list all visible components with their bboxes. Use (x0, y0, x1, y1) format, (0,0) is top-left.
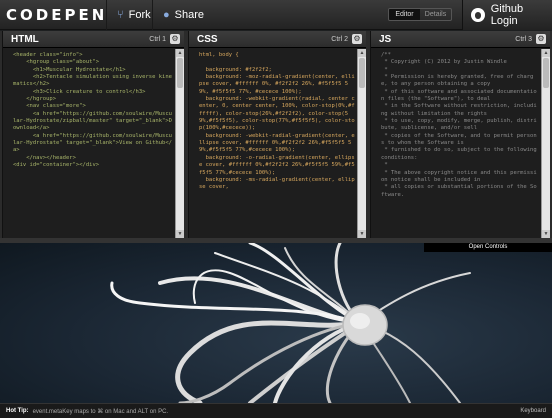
html-code-editor[interactable]: <header class="info"> <hgroup class="abo… (3, 49, 175, 238)
scroll-thumb[interactable] (543, 58, 549, 88)
codepen-logo[interactable]: CODEPEN (6, 5, 107, 25)
css-editor-pane: CSS Ctrl 2 ⚙ html, body { background: #f… (188, 31, 366, 238)
html-pane-title: HTML (11, 33, 39, 45)
share-icon: ● (163, 9, 170, 21)
js-scrollbar[interactable]: ▲ ▼ (541, 49, 550, 238)
html-editor-pane: HTML Ctrl 1 ⚙ <header class="info"> <hgr… (2, 31, 184, 238)
scroll-thumb[interactable] (359, 58, 365, 88)
js-pane-header: JS Ctrl 3 ⚙ (371, 31, 550, 48)
view-toggle: Editor Details (388, 8, 452, 21)
html-scrollbar[interactable]: ▲ ▼ (175, 49, 184, 238)
css-scrollbar[interactable]: ▲ ▼ (357, 49, 366, 238)
top-bar: CODEPEN ⑂ Fork ● Share Editor Details Gi… (0, 0, 552, 30)
js-editor-pane: JS Ctrl 3 ⚙ /** * Copyright (C) 2012 by … (370, 31, 550, 238)
keyboard-link[interactable]: Keyboard (520, 408, 546, 414)
js-code-editor[interactable]: /** * Copyright (C) 2012 by Justin Windl… (371, 49, 541, 238)
creature-highlight (350, 313, 370, 329)
share-button[interactable]: ● Share (152, 0, 208, 30)
fork-icon: ⑂ (117, 9, 124, 21)
open-controls-button[interactable]: Open Controls (424, 243, 552, 252)
html-pane-header: HTML Ctrl 1 ⚙ (3, 31, 184, 48)
editors-area: HTML Ctrl 1 ⚙ <header class="info"> <hgr… (0, 31, 552, 238)
scroll-up-icon[interactable]: ▲ (542, 49, 550, 57)
scroll-down-icon[interactable]: ▼ (542, 230, 550, 238)
js-ctrl-hint: Ctrl 3 (515, 35, 532, 43)
details-toggle[interactable]: Details (420, 9, 451, 20)
github-icon (471, 8, 485, 22)
fork-label: Fork (128, 9, 151, 21)
login-label: Github Login (490, 3, 524, 27)
html-ctrl-hint: Ctrl 1 (149, 35, 166, 43)
gear-icon[interactable]: ⚙ (170, 34, 180, 44)
share-label: Share (174, 9, 205, 21)
hot-tip-text: event.metaKey maps to ⌘ on Mac and ALT o… (32, 408, 169, 415)
gear-icon[interactable]: ⚙ (536, 34, 546, 44)
scroll-down-icon[interactable]: ▼ (176, 230, 184, 238)
scroll-up-icon[interactable]: ▲ (176, 49, 184, 57)
tentacle-creature-canvas[interactable] (0, 243, 552, 403)
css-ctrl-hint: Ctrl 2 (331, 35, 348, 43)
css-code-editor[interactable]: html, body { background: #f2f2f2; backgr… (189, 49, 357, 238)
tentacles (110, 243, 471, 403)
hot-tip-label: Hot Tip: (6, 408, 29, 414)
logo-text: CODEPEN (6, 6, 108, 24)
css-pane-title: CSS (197, 33, 218, 45)
editor-toggle[interactable]: Editor (389, 9, 420, 20)
scroll-down-icon[interactable]: ▼ (358, 230, 366, 238)
result-preview[interactable]: Open Controls (0, 238, 552, 403)
gear-icon[interactable]: ⚙ (352, 34, 362, 44)
js-pane-title: JS (379, 33, 392, 45)
scroll-up-icon[interactable]: ▲ (358, 49, 366, 57)
css-pane-header: CSS Ctrl 2 ⚙ (189, 31, 366, 48)
footer-bar: Hot Tip: event.metaKey maps to ⌘ on Mac … (0, 403, 552, 418)
scroll-thumb[interactable] (177, 58, 183, 88)
github-login-button[interactable]: Github Login (462, 0, 552, 30)
